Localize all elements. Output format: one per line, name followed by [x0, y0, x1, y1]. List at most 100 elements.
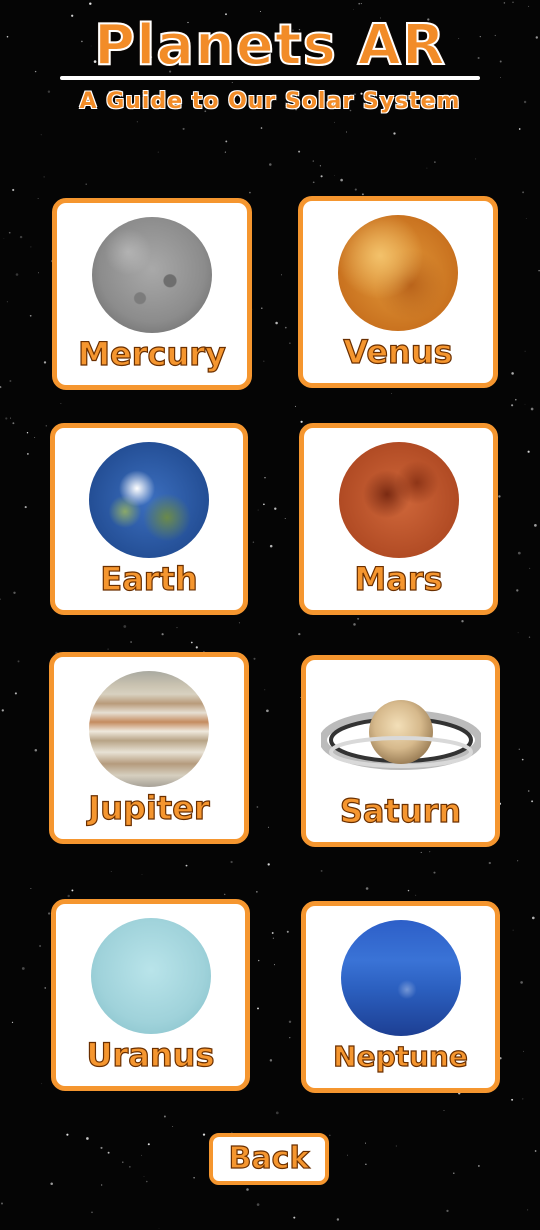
app-subtitle: A Guide to Our Solar System: [79, 89, 461, 114]
star: [273, 964, 275, 966]
planet-card-venus[interactable]: Venus: [298, 196, 498, 388]
star: [37, 198, 39, 200]
star: [264, 477, 266, 479]
star: [298, 632, 301, 636]
star: [393, 132, 396, 135]
star: [67, 894, 70, 898]
earth-image: [89, 442, 209, 558]
star: [47, 912, 51, 915]
star: [433, 871, 436, 874]
planet-label-mars: Mars: [354, 559, 443, 598]
star: [269, 163, 272, 166]
star: [143, 1176, 145, 1177]
star: [520, 981, 523, 984]
star: [249, 191, 251, 194]
header: Planets AR A Guide to Our Solar System: [0, 0, 540, 130]
star: [365, 887, 369, 890]
star: [289, 342, 291, 344]
star: [443, 1109, 445, 1111]
star: [30, 246, 32, 248]
star: [488, 861, 491, 865]
star: [517, 860, 519, 862]
star: [524, 350, 526, 352]
star: [256, 891, 258, 893]
star: [453, 1172, 455, 1175]
star: [347, 1154, 348, 1156]
star: [256, 806, 259, 808]
star: [107, 1151, 110, 1154]
star: [123, 625, 127, 628]
star: [13, 591, 16, 594]
star: [129, 1166, 131, 1168]
star: [41, 1083, 43, 1085]
star: [534, 524, 537, 527]
venus-image: [338, 215, 458, 331]
star: [44, 987, 46, 989]
planet-label-neptune: Neptune: [333, 1039, 469, 1073]
planet-card-neptune[interactable]: Neptune: [301, 901, 500, 1093]
star: [223, 893, 226, 896]
planet-card-mars[interactable]: Mars: [299, 423, 498, 615]
star: [334, 174, 335, 176]
star: [1, 709, 4, 712]
star: [110, 870, 112, 873]
star: [426, 167, 428, 169]
star: [320, 175, 323, 178]
star: [281, 274, 283, 276]
star: [357, 617, 360, 620]
star: [336, 1218, 340, 1221]
planet-card-mercury[interactable]: Mercury: [52, 198, 252, 390]
star: [528, 636, 531, 638]
star: [26, 432, 29, 434]
star: [293, 1216, 296, 1219]
star: [17, 660, 20, 663]
planet-card-uranus[interactable]: Uranus: [51, 899, 250, 1091]
star: [286, 930, 289, 933]
planet-card-jupiter[interactable]: Jupiter: [49, 652, 249, 844]
star: [267, 826, 270, 828]
star: [361, 193, 364, 196]
star: [527, 1209, 529, 1211]
star: [230, 860, 233, 864]
star: [320, 869, 323, 872]
star: [523, 1050, 524, 1052]
star: [527, 450, 530, 453]
star: [261, 307, 263, 310]
planet-card-saturn[interactable]: Saturn: [301, 655, 500, 847]
star: [516, 589, 519, 592]
star: [193, 1177, 195, 1179]
star: [271, 932, 274, 934]
star: [429, 851, 431, 853]
app-title: Planets AR: [93, 13, 446, 79]
star: [329, 1134, 331, 1136]
star: [294, 405, 296, 407]
star: [34, 436, 36, 439]
star: [512, 929, 514, 931]
planet-card-earth[interactable]: Earth: [50, 423, 248, 615]
star: [517, 551, 521, 555]
star: [15, 273, 19, 276]
star: [5, 417, 8, 420]
star: [45, 425, 47, 427]
star: [354, 188, 357, 191]
back-button[interactable]: Back: [209, 1133, 329, 1185]
star: [29, 314, 32, 317]
star: [130, 641, 133, 643]
star: [122, 1161, 124, 1163]
star: [527, 790, 530, 792]
star: [30, 887, 32, 889]
star: [340, 178, 343, 182]
star: [407, 889, 410, 892]
planet-label-venus: Venus: [343, 332, 454, 371]
star: [258, 959, 260, 962]
star: [300, 420, 303, 423]
star: [101, 1184, 103, 1186]
star: [498, 495, 501, 498]
star: [11, 1021, 14, 1024]
planet-label-earth: Earth: [100, 559, 199, 598]
star: [3, 238, 5, 239]
planet-label-mercury: Mercury: [78, 334, 227, 373]
star: [0, 598, 1, 600]
star: [100, 1146, 103, 1149]
star: [252, 541, 255, 543]
